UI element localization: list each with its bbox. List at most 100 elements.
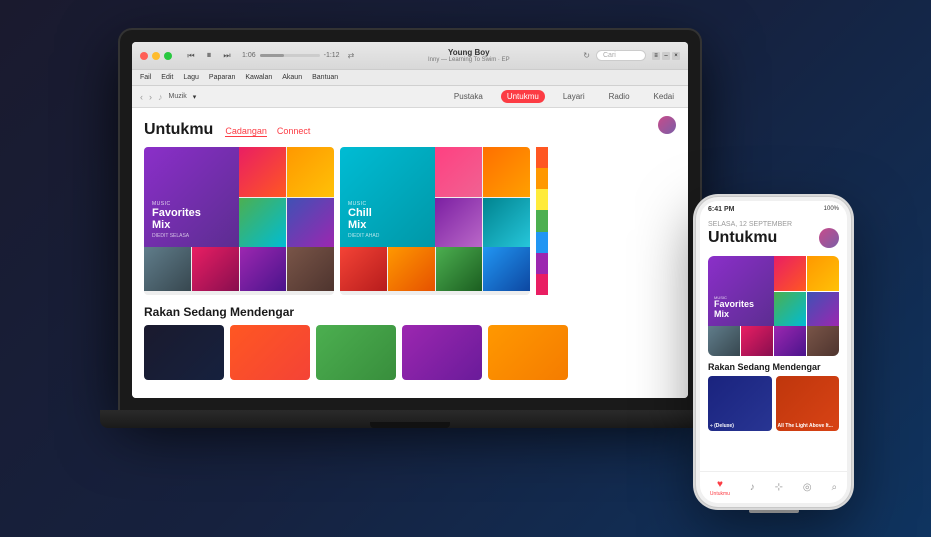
nav-tabs: Pustaka Untukmu Layari Radio Kedai	[448, 90, 680, 103]
music-grid: MUSIC Favorites Mix DIEDIT SELASA	[144, 147, 676, 295]
win-ctrl-close[interactable]: ×	[672, 52, 680, 60]
phone-friend-label-2: All The Light Above It...	[778, 423, 833, 429]
friend-thumb-1	[144, 325, 224, 380]
friend-thumb-5	[488, 325, 568, 380]
chill-mix-main: MUSIC Chill Mix DIEDIT AHAD	[340, 147, 530, 247]
phone-bottom-row	[708, 326, 839, 356]
phone-tab-radio[interactable]: ◎	[803, 482, 812, 493]
chill-mix-card[interactable]: MUSIC Chill Mix DIEDIT AHAD	[340, 147, 530, 295]
tab-layari[interactable]: Layari	[557, 90, 591, 103]
friend-thumb-2	[230, 325, 310, 380]
favorites-mix-card[interactable]: MUSIC Favorites Mix DIEDIT SELASA	[144, 147, 334, 295]
phone-tab-search[interactable]: ⌕	[831, 482, 837, 493]
browse-icon: ⊹	[775, 482, 783, 493]
chill-bottom-2	[388, 247, 435, 291]
menu-edit[interactable]: Edit	[161, 74, 173, 81]
search-input[interactable]: Cari	[596, 50, 646, 61]
repeat-icon[interactable]: ↻	[583, 51, 590, 60]
tab-kedai[interactable]: Kedai	[648, 90, 680, 103]
song-title: Young Boy	[358, 48, 579, 57]
phone-friend-1[interactable]: ÷ (Deluxe)	[708, 376, 772, 431]
phone-tab-untukmu-label: Untukmu	[710, 491, 730, 497]
menu-paparan[interactable]: Paparan	[209, 74, 235, 81]
menu-lagu[interactable]: Lagu	[183, 74, 199, 81]
home-indicator[interactable]	[749, 509, 799, 513]
friend-thumb-4	[402, 325, 482, 380]
time-remaining: -1:12	[324, 52, 340, 59]
chill-album-2	[483, 147, 530, 197]
maximize-button[interactable]	[164, 52, 172, 60]
phone-tab-music[interactable]: ♪	[750, 482, 755, 493]
user-avatar[interactable]	[658, 116, 676, 134]
tab-untukmu[interactable]: Untukmu	[501, 90, 545, 103]
prev-button[interactable]: ⏮	[184, 49, 198, 63]
phone-friend-label-1: ÷ (Deluxe)	[710, 423, 734, 429]
phone-album-2	[807, 256, 839, 291]
fav-bottom-3	[240, 247, 287, 291]
tab-radio[interactable]: Radio	[603, 90, 636, 103]
back-arrow[interactable]: ‹	[140, 92, 143, 102]
play-pause-button[interactable]: ⏸	[202, 49, 216, 63]
favorites-mix-header: MUSIC Favorites Mix DIEDIT SELASA	[144, 147, 239, 247]
location-dropdown[interactable]: ▾	[193, 93, 197, 101]
phone-date: SELASA, 12 SEPTEMBER	[708, 221, 839, 228]
shuffle-icon[interactable]: ⇄	[348, 51, 355, 60]
strip-5	[536, 232, 548, 253]
menu-bantuan[interactable]: Bantuan	[312, 74, 338, 81]
phone-album-3	[774, 292, 806, 327]
chill-bottom-1	[340, 247, 387, 291]
phone-user-avatar[interactable]	[819, 228, 839, 248]
sub-tab-connect[interactable]: Connect	[277, 126, 311, 137]
strip-2	[536, 168, 548, 189]
minimize-button[interactable]	[152, 52, 160, 60]
menu-kawalan[interactable]: Kawalan	[245, 74, 272, 81]
content-header: Untukmu Cadangan Connect	[144, 116, 676, 139]
phone-page-title: Untukmu	[708, 228, 839, 248]
progress-fill	[260, 54, 284, 57]
friend-card-5[interactable]	[488, 325, 568, 380]
next-button[interactable]: ⏭	[220, 49, 234, 63]
friend-card-3[interactable]	[316, 325, 396, 380]
itunes-menubar: Fail Edit Lagu Paparan Kawalan Akaun Ban…	[132, 70, 688, 86]
laptop-screen: ⏮ ⏸ ⏭ 1:06 -1:12 ⇄ Young Boy Inny	[132, 42, 688, 398]
forward-arrow[interactable]: ›	[149, 92, 152, 102]
content-tabs: Cadangan Connect	[225, 126, 310, 137]
tab-pustaka[interactable]: Pustaka	[448, 90, 489, 103]
song-info: Young Boy Inny — Learning To Swim · EP	[358, 48, 579, 63]
close-button[interactable]	[140, 52, 148, 60]
favorites-album-2	[287, 147, 334, 197]
side-strip	[536, 147, 548, 295]
favorites-mix-main: MUSIC Favorites Mix DIEDIT SELASA	[144, 147, 334, 247]
win-ctrl-min[interactable]: –	[662, 52, 670, 60]
favorites-album-4	[287, 198, 334, 248]
itunes-content: Untukmu Cadangan Connect	[132, 108, 688, 398]
chill-album-4	[483, 198, 530, 248]
win-ctrl-list[interactable]: ≡	[652, 52, 660, 60]
phone-tab-browse[interactable]: ⊹	[775, 482, 783, 493]
page-title: Untukmu	[144, 121, 213, 139]
strip-3	[536, 189, 548, 210]
friend-card-4[interactable]	[402, 325, 482, 380]
phone-friend-2[interactable]: All The Light Above It...	[776, 376, 840, 431]
search-icon: ⌕	[831, 482, 837, 493]
phone-tabbar: ♥ Untukmu ♪ ⊹ ◎ ⌕	[700, 471, 847, 503]
radio-icon: ◎	[803, 482, 812, 493]
menu-akaun[interactable]: Akaun	[282, 74, 302, 81]
menu-fail[interactable]: Fail	[140, 74, 151, 81]
phone-body: 6:41 PM 100% SELASA, 12 SEPTEMBER Untukm…	[696, 197, 851, 507]
friend-thumb-3	[316, 325, 396, 380]
phone-title-text: Untukmu	[708, 229, 777, 247]
progress-bar[interactable]	[260, 54, 320, 57]
friend-card-1[interactable]	[144, 325, 224, 380]
friends-row	[144, 325, 676, 380]
phone-tab-untukmu[interactable]: ♥ Untukmu	[710, 479, 730, 497]
chill-mix-subtitle: DIEDIT AHAD	[348, 233, 427, 239]
friend-card-2[interactable]	[230, 325, 310, 380]
phone-mix-card[interactable]: MUSIC Favorites Mix	[708, 256, 839, 356]
transport-controls: ⏮ ⏸ ⏭	[184, 49, 234, 63]
chill-bottom-3	[436, 247, 483, 291]
sub-tab-cadangan[interactable]: Cadangan	[225, 126, 267, 137]
phone-mix-header: MUSIC Favorites Mix	[708, 256, 774, 326]
phone-status-right: 100%	[824, 206, 839, 212]
strip-7	[536, 274, 548, 295]
